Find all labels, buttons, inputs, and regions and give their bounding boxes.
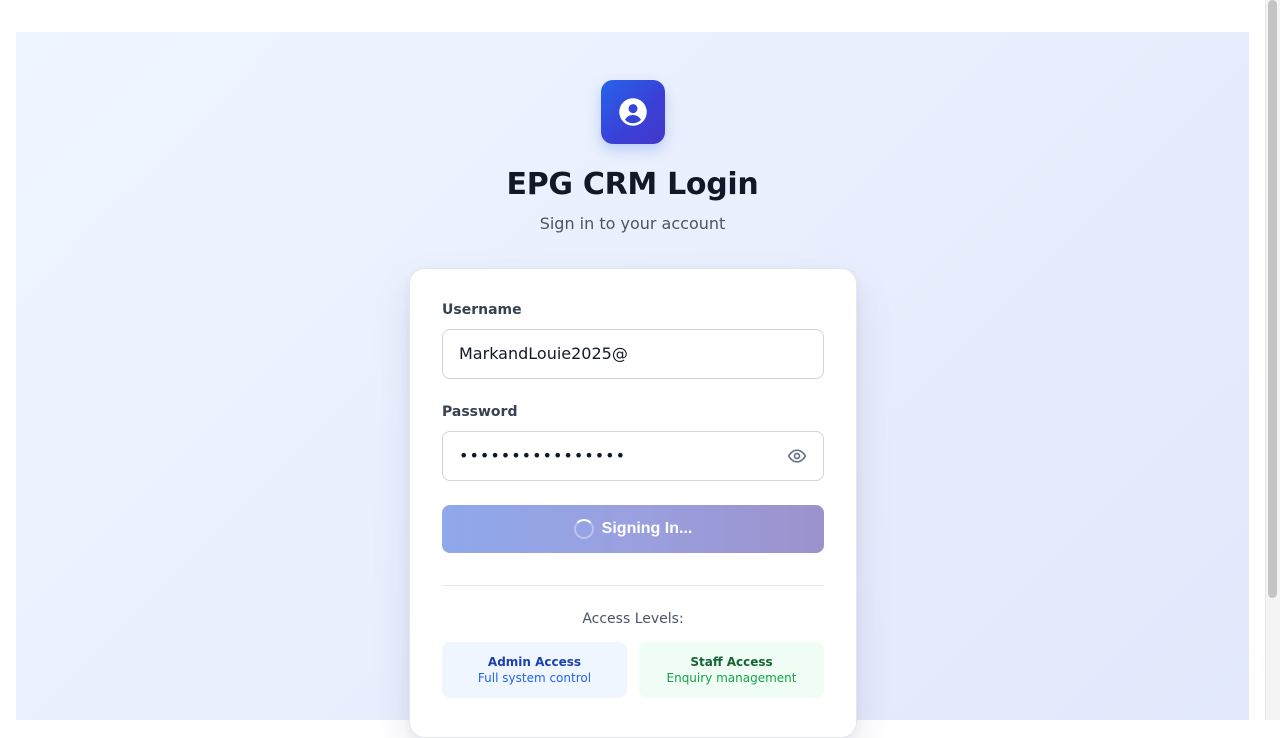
password-input[interactable]: •••••••••••••••• (442, 431, 824, 481)
staff-access-card: Staff Access Enquiry management (639, 642, 824, 698)
scrollbar-thumb[interactable] (1268, 0, 1277, 598)
page-subtitle: Sign in to your account (539, 214, 726, 233)
admin-access-name: Admin Access (487, 655, 582, 669)
username-label: Username (442, 302, 522, 318)
sign-in-button-label: Signing In... (601, 520, 693, 537)
divider (442, 585, 824, 586)
admin-access-description: Full system control (477, 671, 592, 685)
page-title: EPG CRM Login (506, 167, 759, 202)
password-label: Password (442, 404, 518, 420)
staff-access-name: Staff Access (690, 655, 773, 669)
password-masked-value: •••••••••••••••• (459, 446, 626, 465)
eye-icon[interactable] (787, 446, 807, 466)
sign-in-button[interactable]: Signing In... (442, 505, 824, 553)
user-circle-icon (618, 97, 648, 127)
access-levels-title: Access Levels: (582, 611, 684, 627)
app-logo (601, 80, 665, 144)
username-input[interactable]: MarkandLouie2025@ (442, 329, 824, 379)
loading-spinner-icon (573, 519, 594, 539)
staff-access-description: Enquiry management (666, 671, 797, 685)
admin-access-card: Admin Access Full system control (442, 642, 627, 698)
